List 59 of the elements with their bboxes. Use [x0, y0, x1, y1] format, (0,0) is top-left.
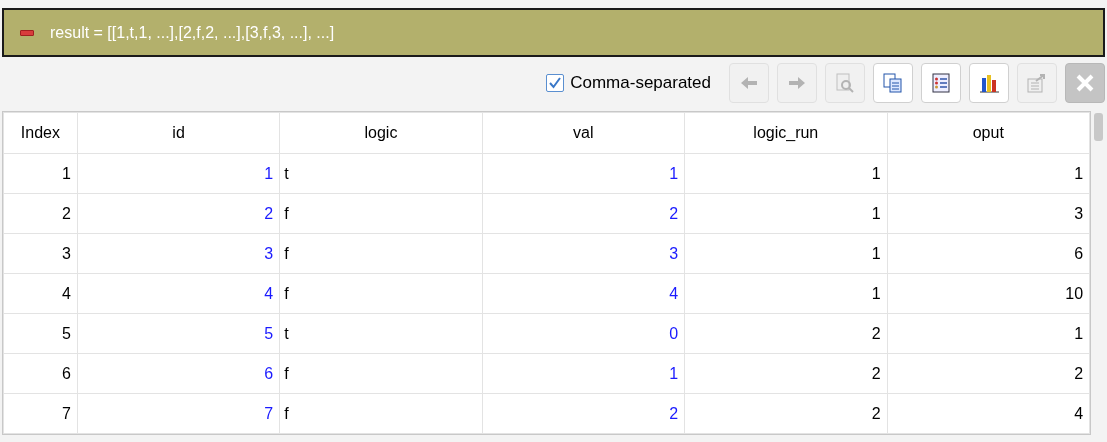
table-cell: 6 [887, 233, 1090, 274]
table-cell: 1 [684, 233, 888, 274]
table-cell: 4 [3, 273, 78, 314]
checkbox[interactable] [546, 73, 565, 92]
column-header[interactable]: val [482, 112, 685, 154]
table-cell: 7 [77, 393, 280, 434]
table-cell: 6 [77, 353, 280, 394]
table-cell: 3 [482, 233, 685, 274]
column-header[interactable]: id [77, 112, 280, 154]
table-cell: 2 [482, 393, 685, 434]
table-cell: 2 [684, 313, 888, 354]
table-cell: f [279, 273, 483, 314]
table-cell: 0 [482, 313, 685, 354]
table-cell: 1 [482, 353, 685, 394]
copy-icon [882, 71, 904, 94]
copy-button[interactable] [873, 62, 913, 103]
table-cell: 1 [482, 153, 685, 194]
table-cell: 3 [77, 233, 280, 274]
table-cell: 1 [77, 153, 280, 194]
table-cell: f [279, 353, 483, 394]
column-header[interactable]: logic_run [684, 112, 888, 154]
table-cell: 2 [77, 193, 280, 234]
title-text: result = [[1,t,1, ...],[2,f,2, ...],[3,f,3, ...], ...] [50, 22, 335, 43]
table-cell: t [279, 153, 483, 194]
magnifier-icon [834, 71, 856, 94]
table-cell: f [279, 233, 483, 274]
table-cell: 3 [3, 233, 78, 274]
bar-chart-button[interactable] [969, 62, 1009, 103]
table-cell: 1 [887, 153, 1090, 194]
list-button[interactable] [921, 62, 961, 103]
minus-icon[interactable] [20, 29, 34, 36]
table-cell: 3 [887, 193, 1090, 234]
table-cell: 2 [684, 393, 888, 434]
export-icon [1026, 71, 1048, 94]
table-cell: 6 [3, 353, 78, 394]
table-cell: 2 [3, 193, 78, 234]
list-icon [930, 71, 952, 94]
table-cell: f [279, 193, 483, 234]
column-header[interactable]: oput [887, 112, 1090, 154]
table-cell: 5 [77, 313, 280, 354]
table-cell: 4 [482, 273, 685, 314]
table-cell: f [279, 393, 483, 434]
table-cell: 10 [887, 273, 1090, 314]
table-cell: 1 [684, 153, 888, 194]
table-cell: 2 [482, 193, 685, 234]
table-cell: 2 [684, 353, 888, 394]
table-cell: 4 [887, 393, 1090, 434]
table-cell: 2 [887, 353, 1090, 394]
table-cell: 1 [684, 193, 888, 234]
table-cell: 4 [77, 273, 280, 314]
table-cell: 7 [3, 393, 78, 434]
table-cell: 5 [3, 313, 78, 354]
table-cell: 1 [684, 273, 888, 314]
column-header[interactable]: Index [3, 112, 78, 154]
table-cell: t [279, 313, 483, 354]
table-cell: 1 [3, 153, 78, 194]
checkbox-label: Comma-separated [570, 71, 711, 94]
table-cell: 1 [887, 313, 1090, 354]
column-header[interactable]: logic [279, 112, 483, 154]
